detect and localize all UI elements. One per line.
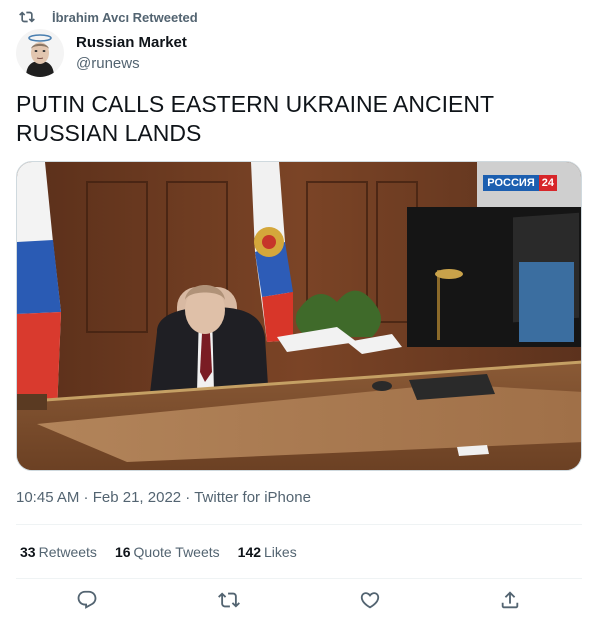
like-button[interactable]	[356, 588, 384, 616]
tweet-text: PUTIN CALLS EASTERN UKRAINE ANCIENT RUSS…	[16, 91, 494, 146]
tweet-source[interactable]: Twitter for iPhone	[194, 489, 311, 506]
author-name[interactable]: Russian Market	[76, 33, 187, 52]
tweet-time[interactable]: 10:45 AM	[16, 489, 79, 506]
retweet-button[interactable]	[215, 588, 243, 616]
share-button[interactable]	[496, 588, 524, 616]
channel-number: 24	[538, 175, 557, 191]
reply-button[interactable]	[73, 588, 101, 616]
tweet-actions	[16, 588, 582, 616]
author-handle[interactable]: @runews	[76, 54, 187, 73]
share-icon	[499, 589, 521, 616]
retweet-label: İbrahim Avcı Retweeted	[52, 9, 198, 25]
meta-separator: ·	[79, 489, 93, 506]
avatar[interactable]	[16, 29, 64, 77]
retweet-icon	[19, 9, 35, 25]
tweet-media-image[interactable]: РОССИЯ 24	[16, 161, 582, 471]
meta-separator: ·	[181, 489, 195, 506]
retweet-icon	[218, 589, 240, 616]
tweet-date[interactable]: Feb 21, 2022	[93, 489, 181, 506]
divider	[16, 578, 582, 579]
reply-icon	[76, 589, 98, 616]
tweet-meta: 10:45 AM · Feb 21, 2022 · Twitter for iP…	[16, 489, 311, 506]
tweet-stats: 33 Retweets 16 Quote Tweets 142 Likes	[20, 544, 297, 560]
stat-quote-tweets[interactable]: 16 Quote Tweets	[115, 544, 220, 560]
divider	[16, 524, 582, 525]
like-icon	[359, 589, 381, 616]
stat-likes[interactable]: 142 Likes	[238, 544, 297, 560]
channel-logo: РОССИЯ 24	[483, 175, 557, 191]
stat-retweets[interactable]: 33 Retweets	[20, 544, 97, 560]
channel-name: РОССИЯ	[483, 175, 539, 191]
author-info: Russian Market @runews	[76, 33, 187, 73]
retweet-indicator[interactable]: İbrahim Avcı Retweeted	[17, 9, 198, 25]
